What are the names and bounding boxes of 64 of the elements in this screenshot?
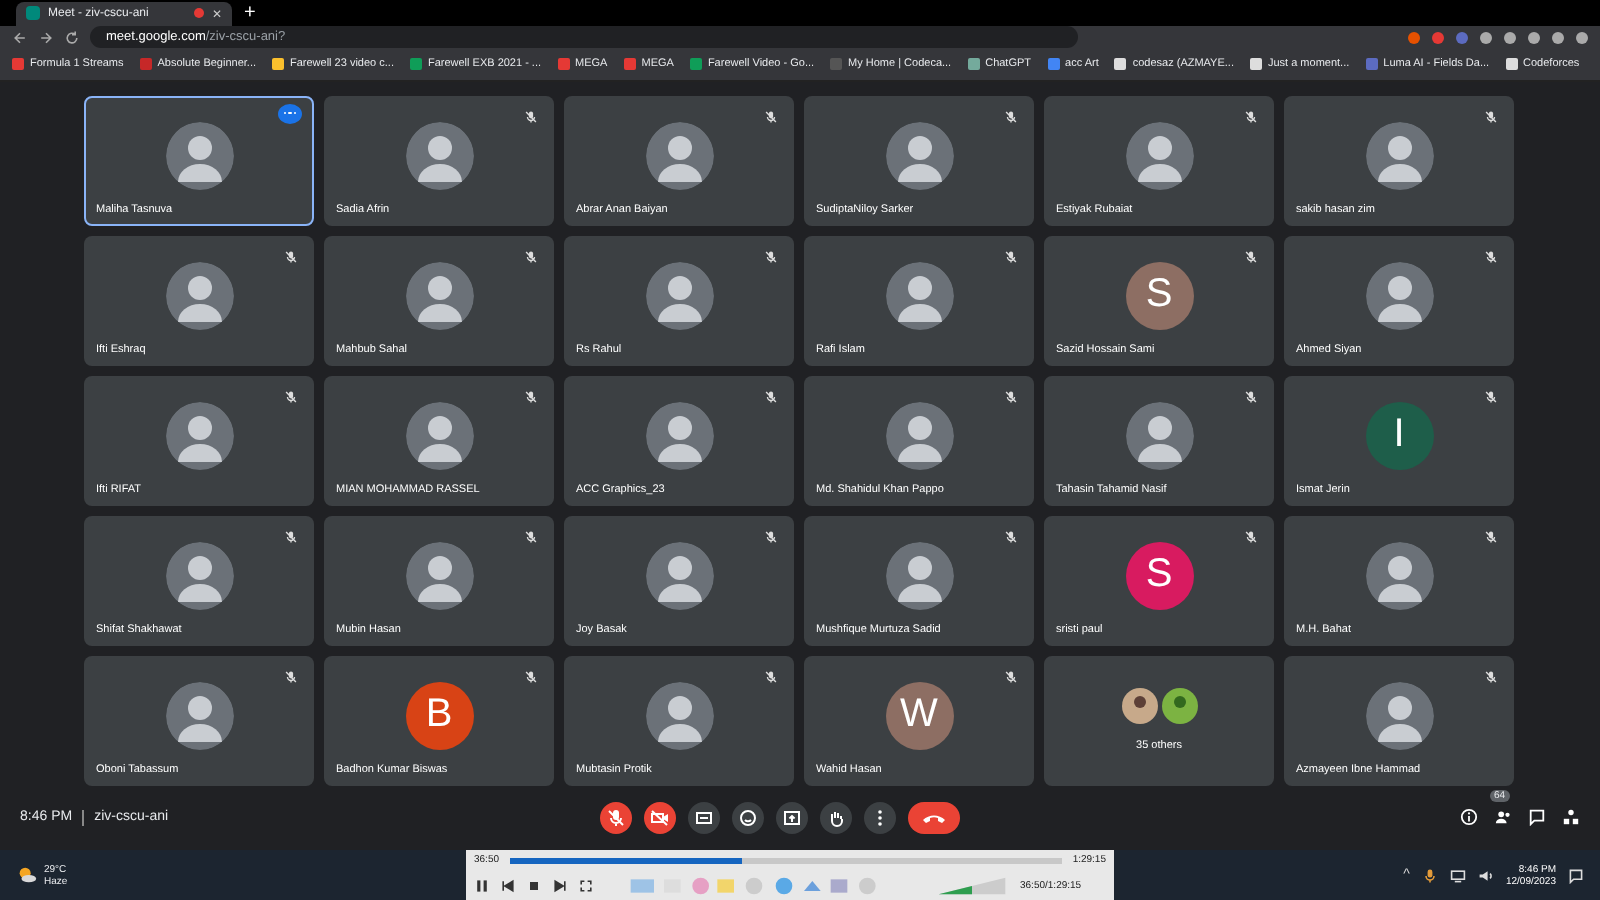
avatar-icon: [1125, 401, 1193, 470]
letter-avatar: I: [1365, 401, 1433, 470]
camera-icon: [650, 807, 670, 828]
avatar-icon: [1365, 121, 1433, 190]
avatar-icon: [165, 261, 233, 330]
smiley-icon: [738, 807, 758, 828]
raise-hand-button[interactable]: [820, 801, 852, 834]
avatar-group-drawing: [1119, 685, 1199, 726]
people-icon[interactable]: [1494, 808, 1512, 827]
letter-avatar: S: [1125, 261, 1193, 330]
avatar-icon: [1365, 541, 1433, 610]
stop-icon[interactable]: [526, 878, 542, 894]
avatar-icon: [645, 541, 713, 610]
info-icon[interactable]: [1460, 808, 1478, 827]
avatar-icon: [405, 121, 473, 190]
microphone-button[interactable]: [600, 801, 632, 834]
avatar-icon: [645, 681, 713, 750]
emoji-button[interactable]: [732, 801, 764, 834]
chat-icon[interactable]: [1528, 808, 1546, 827]
pause-icon[interactable]: [474, 878, 490, 894]
more-options-button[interactable]: [864, 801, 896, 834]
new-tab-icon[interactable]: +: [244, 1, 256, 26]
present-icon: [782, 807, 802, 828]
avatar-icon: [645, 121, 713, 190]
avatar-icon: [885, 541, 953, 610]
present-button[interactable]: [776, 801, 808, 834]
meet-icon: [26, 6, 40, 21]
letter-avatar: W: [885, 681, 953, 750]
avatar-icon: [405, 541, 473, 610]
microphone-icon[interactable]: [1421, 867, 1438, 883]
avatar-icon: [885, 401, 953, 470]
avatar-icon: [885, 261, 953, 330]
back-icon[interactable]: [12, 29, 28, 46]
monitor-icon[interactable]: [1449, 867, 1466, 883]
avatar-icon: [165, 121, 233, 190]
forward-icon[interactable]: [38, 29, 54, 46]
avatar-icon: [1365, 681, 1433, 750]
avatar-icon: [645, 401, 713, 470]
avatar-icon: [645, 261, 713, 330]
previous-icon[interactable]: [500, 878, 516, 894]
avatar-icon: [405, 261, 473, 330]
camera-button[interactable]: [644, 801, 676, 834]
letter-avatar: B: [405, 681, 473, 750]
avatar-icon: [165, 681, 233, 750]
microphone-icon: [606, 807, 626, 828]
notification-icon[interactable]: [1568, 867, 1584, 883]
captions-button[interactable]: [688, 801, 720, 834]
end-call-button[interactable]: [908, 801, 960, 834]
weather-icon: [16, 864, 38, 886]
captions-icon: [694, 807, 714, 828]
seek-bar[interactable]: [509, 857, 1063, 863]
avatar-icon: [165, 401, 233, 470]
avatar-icon: [1365, 261, 1433, 330]
avatar-icon: [405, 401, 473, 470]
next-icon[interactable]: [552, 878, 568, 894]
reload-icon[interactable]: [64, 29, 80, 46]
avatar-icon: [165, 541, 233, 610]
hand-icon: [826, 807, 846, 828]
avatar-icon: [885, 121, 953, 190]
speaker-icon[interactable]: [1477, 867, 1494, 883]
fullscreen-icon[interactable]: [578, 878, 594, 894]
activities-icon[interactable]: [1562, 808, 1580, 827]
letter-avatar: S: [1125, 541, 1193, 610]
avatar-icon: [1125, 121, 1193, 190]
